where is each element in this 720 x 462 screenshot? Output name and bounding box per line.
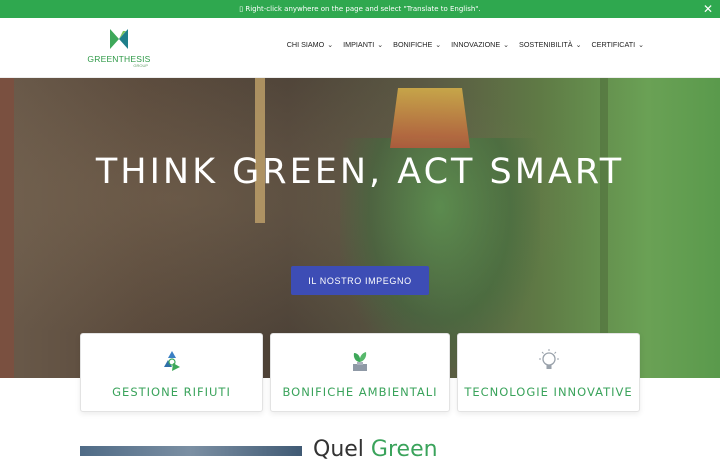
main-nav: CHI SIAMO ⌄ IMPIANTI ⌄ BONIFICHE ⌄ INNOV… [287, 40, 644, 49]
hero-background-detail [255, 78, 265, 223]
chevron-down-icon: ⌄ [575, 41, 582, 49]
site-logo[interactable]: GREENTHESIS GROUP [86, 27, 152, 71]
lightbulb-icon [538, 349, 559, 369]
chevron-down-icon: ⌄ [377, 41, 384, 49]
service-cards: GESTIONE RIFIUTI BONIFICHE AMBIENTALI TE… [0, 333, 720, 413]
nav-item-label: CHI SIAMO [286, 40, 325, 49]
section-image [80, 446, 302, 456]
chevron-down-icon: ⌄ [327, 41, 334, 49]
nav-item-innovazione[interactable]: INNOVAZIONE ⌄ [451, 40, 509, 49]
nav-item-sostenibilita[interactable]: SOSTENIBILITÀ ⌄ [519, 40, 581, 49]
nav-item-label: CERTIFICATI [591, 40, 636, 49]
card-label: GESTIONE RIFIUTI [112, 385, 231, 399]
chevron-down-icon: ⌄ [503, 41, 510, 49]
hero-title: THINK GREEN, ACT SMART [95, 152, 625, 192]
chevron-down-icon: ⌄ [435, 41, 442, 49]
card-label: TECNOLOGIE INNOVATIVE [464, 385, 633, 399]
nav-item-label: INNOVAZIONE [451, 40, 501, 49]
card-innovative-technologies[interactable]: TECNOLOGIE INNOVATIVE [457, 333, 640, 412]
hero-background-detail [390, 88, 470, 148]
card-waste-management[interactable]: GESTIONE RIFIUTI [80, 333, 263, 412]
nav-item-label: SOSTENIBILITÀ [519, 40, 573, 49]
translate-notice-bar: ▯ Right-click anywhere on the page and s… [0, 0, 720, 18]
plant-icon [353, 352, 367, 371]
logo-mark-icon [110, 29, 128, 49]
nav-item-impianti[interactable]: IMPIANTI ⌄ [343, 40, 383, 49]
card-label: BONIFICHE AMBIENTALI [282, 385, 438, 399]
recycle-icon [163, 351, 180, 371]
nav-item-bonifiche[interactable]: BONIFICHE ⌄ [393, 40, 441, 49]
nav-item-chi-siamo[interactable]: CHI SIAMO ⌄ [287, 40, 333, 49]
site-header: GREENTHESIS GROUP CHI SIAMO ⌄ IMPIANTI ⌄… [0, 18, 720, 78]
logo-sub-text: GROUP [133, 63, 148, 68]
nav-item-certificati[interactable]: CERTIFICATI ⌄ [591, 40, 644, 49]
chevron-down-icon: ⌄ [638, 41, 644, 49]
nav-item-label: IMPIANTI [343, 40, 375, 49]
close-icon[interactable]: ✕ [703, 2, 713, 16]
translate-notice-text: ▯ Right-click anywhere on the page and s… [239, 5, 481, 13]
nav-item-label: BONIFICHE [393, 40, 433, 49]
our-commitment-button[interactable]: IL NOSTRO IMPEGNO [291, 266, 429, 295]
card-environmental-remediation[interactable]: BONIFICHE AMBIENTALI [270, 333, 450, 412]
